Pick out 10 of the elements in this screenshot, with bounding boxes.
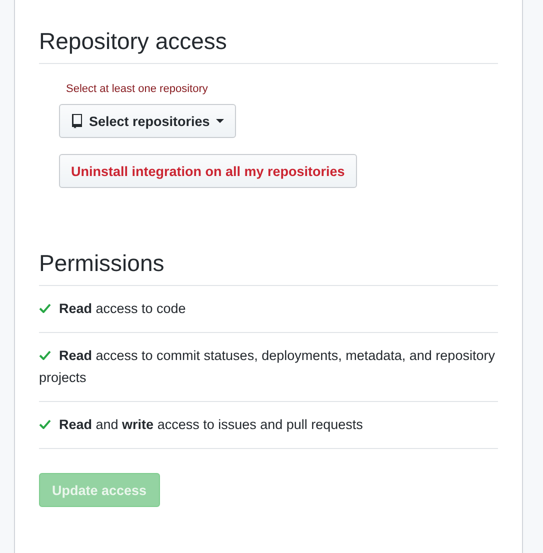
error-message: Select at least one repository (66, 83, 209, 95)
permission-text: Read access to code (59, 301, 186, 316)
section-heading: Repository access (39, 28, 498, 64)
uninstall-button[interactable]: Uninstall integration on all my repositories (59, 154, 357, 188)
book-icon (71, 113, 83, 129)
permission-text: Read and write access to issues and pull requests (59, 417, 363, 432)
permission-text: Read access to commit statuses, deployments, metadata, and repository projects (39, 348, 495, 385)
select-repositories-button[interactable]: Select repositories (59, 104, 236, 138)
section-heading: Permissions (39, 250, 498, 286)
caret-icon (216, 119, 224, 123)
